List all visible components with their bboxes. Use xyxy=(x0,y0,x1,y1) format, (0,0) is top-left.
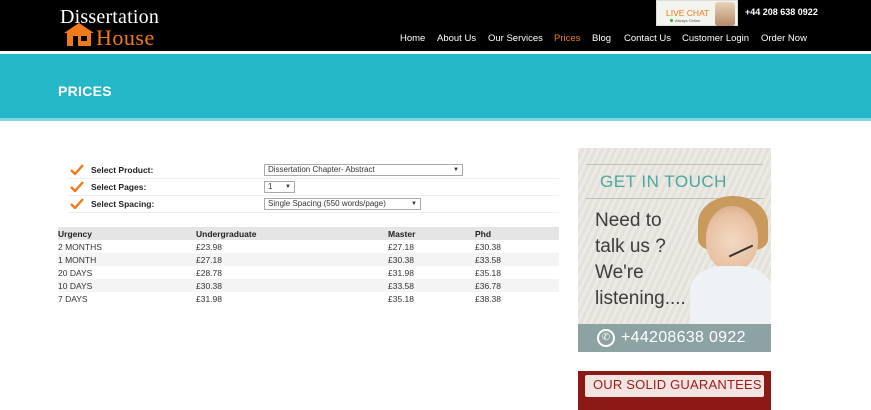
price-table: Urgency Undergraduate Master Phd 2 MONTH… xyxy=(58,227,559,305)
table-cell: £33.58 xyxy=(388,280,414,291)
column-header: Phd xyxy=(475,228,492,239)
table-cell: £23.98 xyxy=(196,241,222,252)
product-label: Select Product: xyxy=(91,165,154,175)
pages-label: Select Pages: xyxy=(91,182,147,192)
agent-body xyxy=(690,266,771,326)
checkmark-icon xyxy=(70,181,84,192)
page-banner: PRICES xyxy=(0,54,871,120)
nav-order-now[interactable]: Order Now xyxy=(761,33,807,44)
nav-blog[interactable]: Blog xyxy=(592,33,611,44)
nav-customer-login[interactable]: Customer Login xyxy=(682,33,749,44)
main-nav: Home About Us Our Services Prices Blog C… xyxy=(0,33,871,47)
table-cell: 10 DAYS xyxy=(58,280,93,291)
live-chat-status: Always Online xyxy=(675,18,701,23)
online-status-icon xyxy=(670,19,673,22)
table-row: 20 DAYS £28.78 £31.98 £35.18 xyxy=(58,266,559,279)
contact-line: listening.... xyxy=(595,288,686,309)
spacing-select-value: Single Spacing (550 words/page) xyxy=(268,199,386,208)
spacing-row: Select Spacing: Single Spacing (550 word… xyxy=(67,196,559,213)
table-cell: £30.38 xyxy=(388,254,414,265)
site-header: Dissertation House LIVE CHAT Always Onli… xyxy=(0,0,871,51)
pages-select[interactable]: 1 ▼ xyxy=(264,181,295,193)
header-phone[interactable]: +44 208 638 0922 xyxy=(745,7,818,17)
table-cell: £28.78 xyxy=(196,267,222,278)
table-row: 2 MONTHS £23.98 £27.18 £30.38 xyxy=(58,240,559,253)
page-title: PRICES xyxy=(58,83,112,99)
table-cell: 2 MONTHS xyxy=(58,241,102,252)
contact-banner[interactable]: GET IN TOUCH Need to talk us ? We're lis… xyxy=(578,148,771,352)
contact-line: We're xyxy=(595,262,644,283)
table-cell: £38.38 xyxy=(475,293,501,304)
table-cell: 20 DAYS xyxy=(58,267,93,278)
contact-phone: +44208638 0922 xyxy=(621,329,746,346)
agent-avatar xyxy=(715,2,735,26)
checkmark-icon xyxy=(70,164,84,175)
checkmark-icon xyxy=(70,198,84,209)
live-chat-button[interactable]: LIVE CHAT Always Online xyxy=(656,0,738,26)
column-header: Undergraduate xyxy=(196,228,257,239)
get-in-touch-heading: GET IN TOUCH xyxy=(600,172,727,191)
dropdown-arrow-icon: ▼ xyxy=(453,167,459,173)
column-header: Master xyxy=(388,228,416,239)
table-row: 1 MONTH £27.18 £30.38 £33.58 xyxy=(58,253,559,266)
divider xyxy=(586,164,763,165)
table-row: 10 DAYS £30.38 £33.58 £36.78 xyxy=(58,279,559,292)
product-select[interactable]: Dissertation Chapter- Abstract ▼ xyxy=(264,164,463,176)
guarantee-banner[interactable]: OUR SOLID GUARANTEES xyxy=(578,371,771,410)
contact-line: Need to xyxy=(595,210,662,231)
table-cell: £36.78 xyxy=(475,280,501,291)
dropdown-arrow-icon: ▼ xyxy=(411,201,417,207)
contact-line: talk us ? xyxy=(595,236,666,257)
product-select-value: Dissertation Chapter- Abstract xyxy=(268,165,375,174)
dropdown-arrow-icon: ▼ xyxy=(285,184,291,190)
phone-icon: ✆ xyxy=(597,329,615,347)
pages-select-value: 1 xyxy=(268,182,273,191)
table-cell: £33.58 xyxy=(475,254,501,265)
column-header: Urgency xyxy=(58,228,93,239)
nav-contact-us[interactable]: Contact Us xyxy=(624,33,671,44)
nav-prices[interactable]: Prices xyxy=(554,33,580,44)
table-row: 7 DAYS £31.98 £35.18 £38.38 xyxy=(58,292,559,305)
table-cell: 7 DAYS xyxy=(58,293,88,304)
pages-row: Select Pages: 1 ▼ xyxy=(67,179,559,196)
product-row: Select Product: Dissertation Chapter- Ab… xyxy=(67,162,559,179)
table-header-row: Urgency Undergraduate Master Phd xyxy=(58,227,559,240)
table-cell: £30.38 xyxy=(475,241,501,252)
table-cell: 1 MONTH xyxy=(58,254,97,265)
live-chat-label: LIVE CHAT xyxy=(666,8,710,18)
spacing-label: Select Spacing: xyxy=(91,199,155,209)
guarantee-heading: OUR SOLID GUARANTEES xyxy=(593,377,762,392)
table-cell: £31.98 xyxy=(196,293,222,304)
table-cell: £27.18 xyxy=(388,241,414,252)
nav-about-us[interactable]: About Us xyxy=(437,33,476,44)
table-cell: £30.38 xyxy=(196,280,222,291)
table-cell: £27.18 xyxy=(196,254,222,265)
contact-phone-bar[interactable]: ✆ +44208638 0922 xyxy=(578,324,771,352)
table-cell: £31.98 xyxy=(388,267,414,278)
spacing-select[interactable]: Single Spacing (550 words/page) ▼ xyxy=(264,198,421,210)
table-cell: £35.18 xyxy=(388,293,414,304)
table-cell: £35.18 xyxy=(475,267,501,278)
banner-edge xyxy=(0,118,871,121)
agent-photo xyxy=(706,206,758,270)
nav-our-services[interactable]: Our Services xyxy=(488,33,543,44)
nav-home[interactable]: Home xyxy=(400,33,425,44)
